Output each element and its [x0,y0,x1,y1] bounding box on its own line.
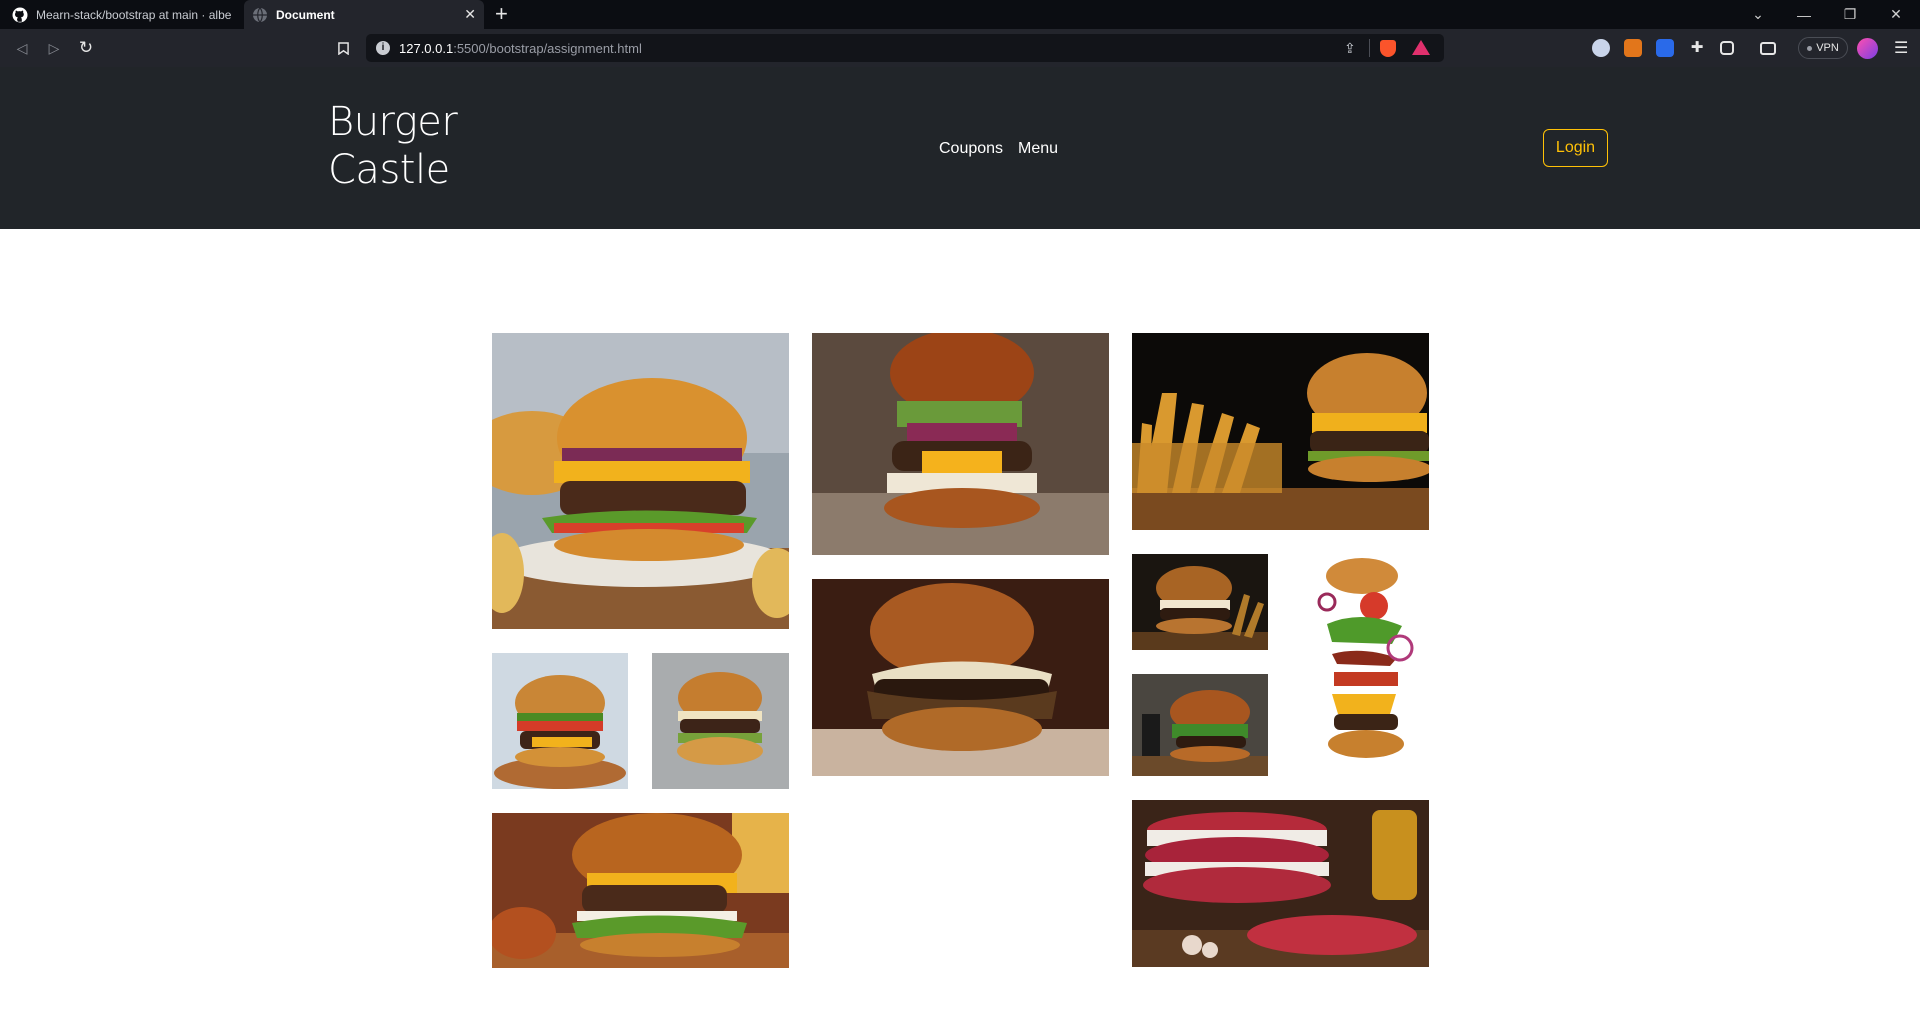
sidebar-icon[interactable] [1720,41,1734,55]
profile-avatar[interactable] [1857,38,1878,59]
url-text: 127.0.0.1:5500/bootstrap/assignment.html [399,41,642,56]
address-bar[interactable]: i 127.0.0.1:5500/bootstrap/assignment.ht… [366,34,1444,62]
vpn-status-dot [1807,45,1813,51]
nav-link-coupons[interactable]: Coupons [939,140,1003,158]
bookmark-icon[interactable] [332,37,354,59]
github-icon [12,7,28,23]
brand-line-2: Castle [328,147,450,193]
tab-github[interactable]: Mearn-stack/bootstrap at main · albert [0,0,243,29]
tab-document[interactable]: Document ✕ [244,0,484,29]
burger-small-grey-image [652,653,789,789]
back-icon[interactable]: ◁ [11,37,33,59]
burger-floating-ingredients-image [1292,554,1429,776]
tab-title: Document [276,7,335,22]
forward-icon[interactable]: ▷ [43,37,65,59]
wallet-icon[interactable] [1760,42,1776,55]
reload-icon[interactable]: ↻ [75,37,97,59]
close-icon[interactable]: ✕ [464,6,476,23]
menu-icon[interactable]: ☰ [1894,38,1908,58]
brave-rewards-icon[interactable] [1412,40,1430,55]
site-navbar: Burger Castle Coupons Menu Login [0,67,1920,229]
extensions-puzzle-icon[interactable]: ✚ [1688,39,1706,57]
divider [1369,39,1370,57]
brave-shields-icon[interactable] [1380,40,1396,57]
burger-rustic-image [1132,674,1268,776]
extension-blue-icon[interactable] [1656,39,1674,57]
window-close-icon[interactable]: ✕ [1873,0,1919,29]
burger-cheese-classic-image [492,333,789,629]
burger-fries-dark-image [1132,554,1268,650]
vpn-label: VPN [1816,42,1839,54]
burger-small-cheese-image [492,653,628,789]
info-icon[interactable]: i [376,41,390,55]
burger-brioche-image [492,813,789,968]
login-button[interactable]: Login [1543,129,1608,167]
tab-title: Mearn-stack/bootstrap at main · albert [36,7,231,22]
nav-link-menu[interactable]: Menu [1018,140,1058,158]
raw-patties-image [1132,800,1429,967]
extension-circle-icon[interactable] [1592,39,1610,57]
restore-icon[interactable]: ❐ [1827,0,1873,29]
vpn-button[interactable]: VPN [1798,37,1848,59]
metamask-icon[interactable] [1624,39,1642,57]
browser-tab-bar: Mearn-stack/bootstrap at main · albert D… [0,0,1920,29]
burger-fries-board-image [1132,333,1429,530]
brand-logo[interactable]: Burger Castle [328,98,458,194]
minimize-icon[interactable]: — [1781,0,1827,29]
burger-pickles-image [812,333,1109,555]
brand-line-1: Burger [328,99,458,145]
browser-toolbar: ◁ ▷ ↻ i 127.0.0.1:5500/bootstrap/assignm… [0,29,1920,67]
tab-search-icon[interactable]: ⌄ [1735,0,1781,29]
new-tab-icon[interactable]: + [495,2,508,26]
globe-icon [252,7,268,23]
share-icon[interactable]: ⇪ [1344,40,1356,57]
burger-mushroom-image [812,579,1109,776]
